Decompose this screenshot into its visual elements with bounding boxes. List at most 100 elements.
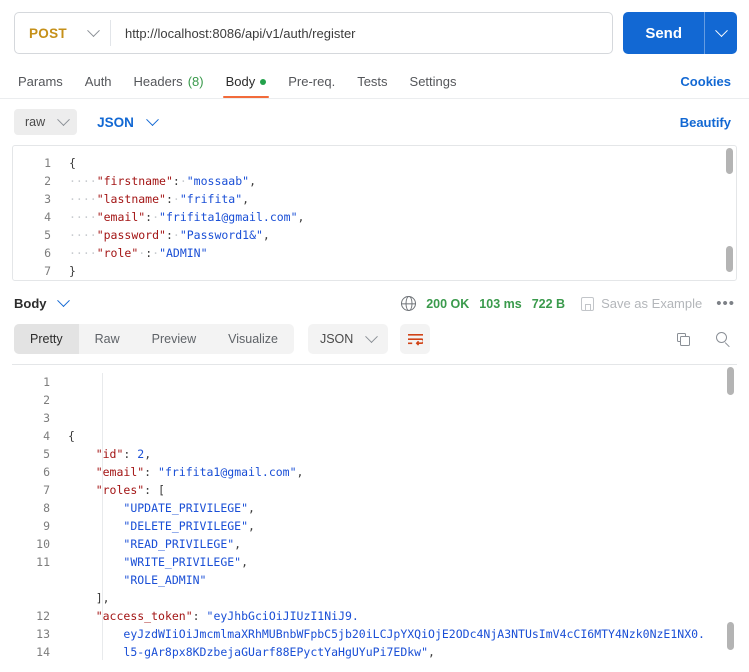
code-line: "id": 2, [95, 447, 152, 461]
network-globe-icon[interactable] [401, 296, 417, 311]
headers-count: (8) [187, 74, 204, 89]
code-line: } [69, 264, 76, 278]
line-number: 8 [43, 501, 50, 515]
line-number: 4 [44, 210, 51, 224]
tab-label: Auth [84, 74, 112, 89]
request-tab-bar: Params Auth Headers (8) Body Pre-req. Te… [0, 64, 749, 98]
tab-auth[interactable]: Auth [85, 74, 112, 98]
send-button[interactable]: Send [623, 12, 704, 54]
scrollbar-thumb[interactable] [727, 367, 734, 395]
response-code-area: 1 2 3 4 5 6 7 8 9 10 11 12 13 14 { "id": 2, "email":… [12, 365, 737, 660]
url-bar: POST http://localhost:8086/api/v1/auth/r… [0, 0, 749, 64]
response-status-bar: Body 200 OK 103 ms 722 B Save as Example… [0, 281, 749, 324]
tab-label: Params [18, 74, 63, 89]
url-input[interactable]: http://localhost:8086/api/v1/auth/regist… [111, 26, 612, 41]
send-options-button[interactable] [705, 12, 737, 54]
tab-preview[interactable]: Preview [136, 324, 212, 354]
tab-headers[interactable]: Headers (8) [134, 74, 204, 98]
response-format-dropdown[interactable]: JSON [307, 324, 389, 354]
line-number: 4 [43, 429, 50, 443]
tab-body[interactable]: Body [222, 74, 269, 98]
tab-label: Tests [357, 74, 388, 89]
code-line: "ROLE_ADMIN" [123, 573, 207, 587]
tab-label: Headers [133, 74, 183, 89]
cookies-link[interactable]: Cookies [680, 74, 731, 98]
request-body-editor[interactable]: 1 2 3 4 5 6 7 {····"firstname":·"mossaab", ····… [12, 145, 737, 281]
tab-label: Pre-req. [288, 74, 336, 89]
tab-prerequest[interactable]: Pre-req. [288, 74, 335, 98]
http-method-label: POST [29, 25, 67, 41]
search-response-button[interactable] [711, 327, 735, 351]
body-language-dropdown[interactable]: JSON [91, 112, 159, 130]
line-number: 3 [43, 411, 50, 425]
method-url-group: POST http://localhost:8086/api/v1/auth/r… [14, 12, 614, 54]
line-number: 9 [43, 519, 50, 533]
line-number: 6 [43, 465, 50, 479]
scrollbar-thumb-secondary[interactable] [726, 246, 733, 272]
save-as-example-label: Save as Example [601, 296, 703, 311]
line-number: 13 [36, 627, 50, 641]
copy-response-button[interactable] [671, 327, 695, 351]
tab-params[interactable]: Params [18, 74, 63, 98]
save-icon [581, 296, 595, 311]
code-line: ····"firstname":·"mossaab", [69, 174, 256, 188]
status-code: 200 OK [426, 296, 470, 311]
http-method-dropdown[interactable]: POST [15, 13, 110, 53]
tab-label: Settings [409, 74, 457, 89]
response-viewer-scrollbar[interactable] [727, 367, 734, 658]
line-number: 12 [36, 609, 50, 623]
line-number: 11 [36, 555, 50, 569]
request-line-numbers: 1 2 3 4 5 6 7 [13, 146, 59, 280]
code-line: "roles": [ [95, 483, 165, 497]
postman-window: POST http://localhost:8086/api/v1/auth/r… [0, 0, 749, 672]
code-line: "access_token": "eyJhbGciOiJIUzI1NiJ9. e… [95, 609, 705, 659]
chevron-down-icon [57, 112, 71, 126]
line-number: 14 [36, 645, 50, 659]
response-line-numbers: 1 2 3 4 5 6 7 8 9 10 11 12 13 14 [12, 365, 58, 660]
chevron-down-icon [146, 112, 159, 126]
code-line: "WRITE_PRIVILEGE", [123, 555, 249, 569]
send-group: Send [623, 12, 737, 54]
tab-visualize[interactable]: Visualize [212, 324, 294, 354]
more-options-button[interactable]: ••• [716, 295, 735, 312]
request-code-area: 1 2 3 4 5 6 7 {····"firstname":·"mossaab", ····… [13, 146, 736, 280]
response-body-viewer[interactable]: 1 2 3 4 5 6 7 8 9 10 11 12 13 14 { "id": 2, "email":… [12, 364, 737, 660]
request-editor-scrollbar[interactable] [726, 148, 733, 278]
response-format-label: JSON [319, 332, 354, 346]
tab-raw[interactable]: Raw [79, 324, 136, 354]
line-number: 7 [44, 264, 51, 278]
word-wrap-icon [407, 333, 423, 346]
response-code-text[interactable]: { "id": 2, "email": "frifita1@gmail.com"… [58, 365, 737, 660]
code-line: ····"lastname":·"frifita", [69, 192, 250, 206]
chevron-down-icon [56, 294, 70, 308]
tab-pretty[interactable]: Pretty [14, 324, 79, 354]
line-number: 2 [43, 393, 50, 407]
copy-icon [676, 332, 690, 346]
search-icon [715, 331, 731, 347]
body-language-label: JSON [97, 114, 134, 130]
request-code-text[interactable]: { ····"firstname":·"mossaab", ····"lastnam… [59, 146, 736, 280]
word-wrap-toggle[interactable] [400, 324, 431, 354]
indent-guide [102, 373, 103, 660]
body-mode-label: raw [25, 115, 46, 129]
save-as-example-button[interactable]: Save as Example [581, 296, 702, 311]
code-line: "READ_PRIVILEGE", [123, 537, 242, 551]
tab-settings[interactable]: Settings [410, 74, 457, 98]
line-number: 10 [36, 537, 50, 551]
line-number: 5 [43, 447, 50, 461]
response-time: 103 ms [479, 296, 522, 311]
response-body-dropdown[interactable]: Body [14, 294, 70, 311]
code-line: ····"password":·"Password1&", [69, 228, 270, 242]
code-line: { [69, 156, 76, 170]
body-mode-dropdown[interactable]: raw [14, 109, 78, 135]
response-body-label: Body [14, 296, 47, 311]
chevron-down-icon [87, 23, 100, 37]
scrollbar-thumb[interactable] [726, 148, 733, 174]
code-line: ], [95, 591, 110, 605]
code-line: "UPDATE_PRIVILEGE", [123, 501, 255, 515]
beautify-button[interactable]: Beautify [680, 115, 731, 130]
line-number: 3 [44, 192, 51, 206]
line-number-continuation [12, 571, 50, 589]
tab-tests[interactable]: Tests [357, 74, 387, 98]
scrollbar-thumb-secondary[interactable] [727, 622, 734, 650]
